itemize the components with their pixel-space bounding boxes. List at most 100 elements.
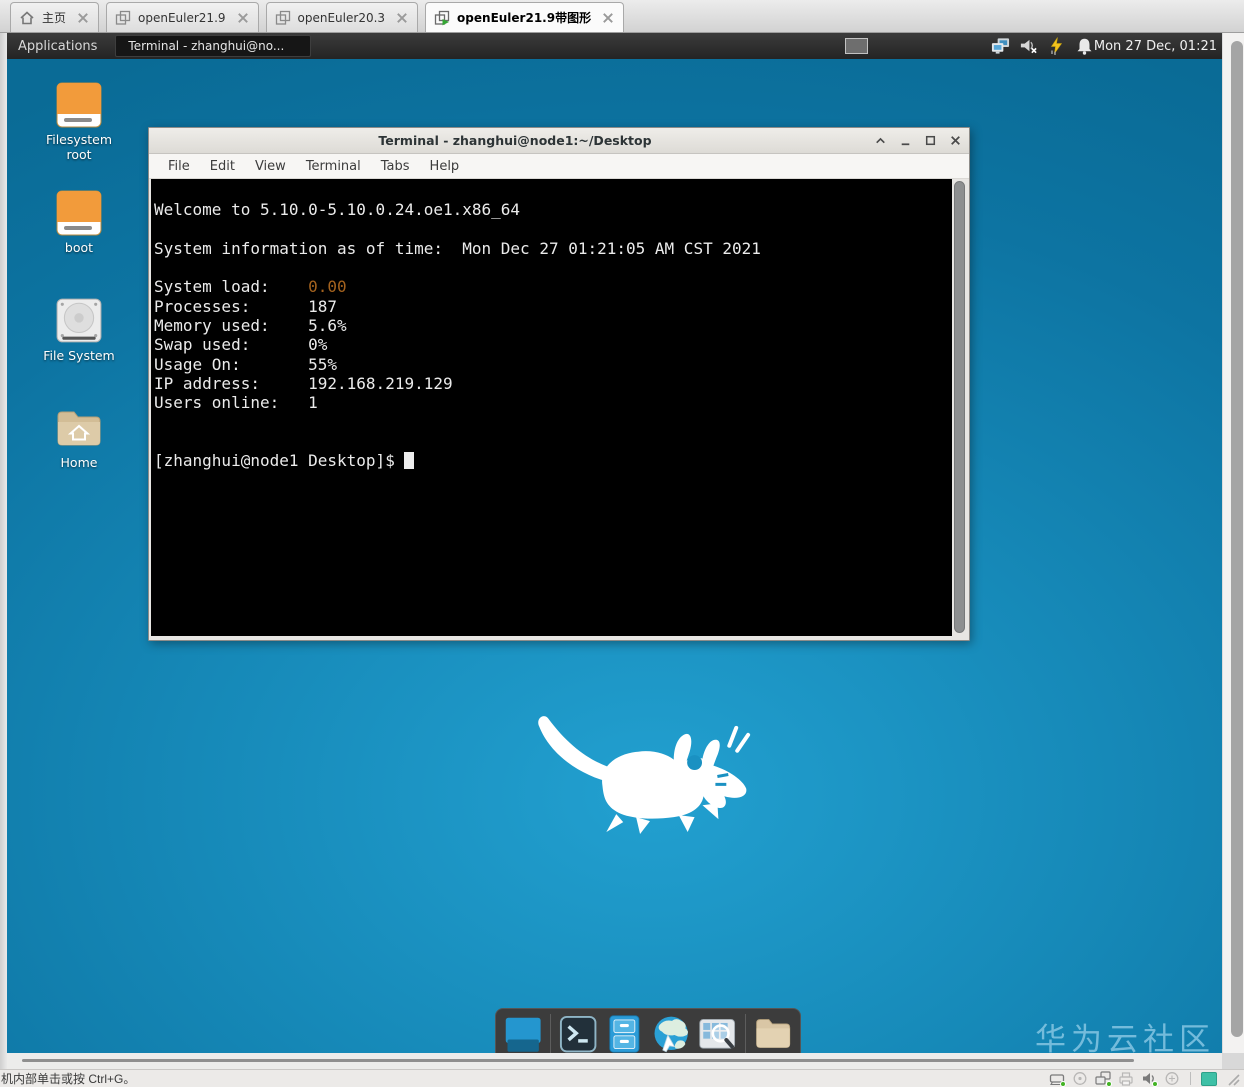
- dock-file-manager-icon[interactable]: [606, 1014, 644, 1053]
- console-tab[interactable]: 主页: [10, 2, 100, 32]
- desktop-icon-boot[interactable]: boot: [27, 190, 131, 255]
- menu-terminal[interactable]: Terminal: [297, 156, 370, 177]
- power-icon[interactable]: [1047, 37, 1066, 55]
- terminal-menubar: File Edit View Terminal Tabs Help: [149, 154, 969, 179]
- status-separator: [1190, 1072, 1191, 1085]
- vm-icon: [115, 10, 131, 26]
- maximize-icon[interactable]: [924, 134, 937, 147]
- terminal-line: Users online: 1: [154, 393, 318, 413]
- cdrom-status-icon[interactable]: [1072, 1071, 1088, 1086]
- harddisk-icon: [55, 298, 103, 344]
- terminal-body: Welcome to 5.10.0-5.10.0.24.oe1.x86_64 S…: [149, 179, 969, 640]
- console-tab-bar: 主页 openEuler21.9 openEuler20.3 openEuler21.…: [0, 0, 1244, 33]
- dock-app-finder-icon[interactable]: [698, 1014, 736, 1053]
- menu-file[interactable]: File: [159, 156, 199, 177]
- tab-label: openEuler20.3: [297, 10, 386, 25]
- home-icon: [19, 10, 35, 26]
- console-tab[interactable]: openEuler20.3: [265, 2, 419, 32]
- dock: [495, 1008, 801, 1053]
- terminal-window: Terminal - zhanghui@node1:~/Desktop File…: [148, 127, 970, 641]
- menu-help[interactable]: Help: [421, 156, 469, 177]
- volume-muted-icon[interactable]: [1019, 37, 1038, 55]
- resize-grip-icon[interactable]: [1224, 1071, 1240, 1086]
- horizontal-scrollbar[interactable]: [7, 1053, 1222, 1069]
- sound-status-icon[interactable]: [1141, 1071, 1158, 1087]
- terminal-line: Memory used: 5.6%: [154, 316, 347, 336]
- vm-screen-icon[interactable]: [1201, 1071, 1217, 1086]
- menu-tabs[interactable]: Tabs: [372, 156, 419, 177]
- shade-icon[interactable]: [874, 134, 887, 147]
- dock-folder-icon[interactable]: [754, 1014, 792, 1053]
- taskbar-window-label: Terminal - zhanghui@no...: [128, 39, 285, 53]
- notifications-icon[interactable]: [1075, 37, 1094, 55]
- desktop-icon-filesystem-root[interactable]: Filesystem root: [27, 82, 131, 162]
- watermark: 华为云社区: [1035, 1022, 1215, 1053]
- taskbar-window-button[interactable]: Terminal - zhanghui@no...: [115, 35, 312, 57]
- workspace-switcher[interactable]: [845, 38, 868, 54]
- status-message: 机内部单击或按 Ctrl+G。: [1, 1072, 136, 1086]
- tab-close-icon[interactable]: [77, 12, 89, 24]
- tab-close-icon[interactable]: [237, 12, 249, 24]
- xfce-mouse-logo: [533, 711, 761, 837]
- window-left-border: [0, 33, 7, 1069]
- display-status-icon[interactable]: [991, 37, 1010, 55]
- terminal-line: [zhanghui@node1 Desktop]$: [154, 451, 952, 470]
- screen: 主页 openEuler21.9 openEuler20.3 openEuler21.…: [0, 0, 1244, 1087]
- vertical-scrollbar-thumb[interactable]: [1231, 41, 1243, 1037]
- orange-drive-icon: [55, 190, 103, 236]
- tab-label: openEuler21.9带图形: [457, 11, 592, 25]
- terminal-line: Processes: 187: [154, 296, 338, 316]
- terminal-line: Usage On: 55%: [154, 354, 338, 374]
- terminal-line: IP address: 192.168.219.129: [154, 373, 453, 393]
- device-connected-dot: [1106, 1081, 1112, 1087]
- desktop-icon-label: Filesystem root: [45, 132, 113, 162]
- tab-close-icon[interactable]: [602, 12, 614, 24]
- desktop-icon-file-system[interactable]: File System: [27, 298, 131, 363]
- desktop-icon-label: Home: [60, 455, 98, 470]
- terminal-line: System information as of time: Mon Dec 2…: [154, 238, 761, 258]
- window-controls: [874, 134, 962, 147]
- close-icon[interactable]: [949, 134, 962, 147]
- minimize-icon[interactable]: [899, 134, 912, 147]
- device-status-icons: [1049, 1071, 1244, 1087]
- scrollbar-thumb[interactable]: [954, 181, 965, 634]
- usb-status-icon[interactable]: [1164, 1071, 1180, 1086]
- desktop-icon-home[interactable]: Home: [27, 405, 131, 470]
- vm-viewport: Applications Terminal - zhanghui@no... M…: [7, 33, 1222, 1053]
- network-status-icon[interactable]: [1095, 1071, 1112, 1087]
- applications-label: Applications: [18, 38, 98, 54]
- desktop-icon-label: boot: [64, 240, 94, 255]
- dock-show-desktop-icon[interactable]: [504, 1014, 542, 1053]
- dock-separator: [744, 1014, 746, 1053]
- terminal-scrollbar[interactable]: [953, 179, 967, 636]
- panel-clock[interactable]: Mon 27 Dec, 01:21: [1094, 33, 1217, 59]
- horizontal-scrollbar-thumb[interactable]: [22, 1059, 1134, 1062]
- tab-close-icon[interactable]: [396, 12, 408, 24]
- terminal-line: Swap used: 0%: [154, 335, 328, 355]
- orange-drive-icon: [55, 82, 103, 128]
- console-tab[interactable]: openEuler21.9: [106, 2, 259, 32]
- menu-edit[interactable]: Edit: [201, 156, 244, 177]
- desktop-icon-label: File System: [43, 348, 115, 363]
- vertical-scrollbar[interactable]: [1222, 33, 1244, 1053]
- terminal-screen[interactable]: Welcome to 5.10.0-5.10.0.24.oe1.x86_64 S…: [151, 179, 952, 636]
- menu-view[interactable]: View: [246, 156, 295, 177]
- vm-play-icon: [434, 10, 450, 26]
- applications-menu-button[interactable]: Applications: [7, 33, 109, 59]
- printer-status-icon[interactable]: [1118, 1071, 1134, 1086]
- console-tab[interactable]: openEuler21.9带图形: [425, 2, 625, 32]
- dock-web-browser-icon[interactable]: [652, 1014, 690, 1053]
- terminal-titlebar[interactable]: Terminal - zhanghui@node1:~/Desktop: [149, 128, 969, 154]
- terminal-cursor: [404, 452, 415, 470]
- tab-label: openEuler21.9: [138, 10, 226, 25]
- terminal-line: System load: 0.00: [154, 277, 347, 297]
- harddisk-status-icon[interactable]: [1049, 1071, 1066, 1087]
- home-folder-icon: [55, 405, 103, 451]
- desktop[interactable]: Filesystem root boot File System Home Te…: [7, 59, 1222, 1053]
- dock-terminal-icon[interactable]: [559, 1014, 597, 1053]
- console-status-bar: 机内部单击或按 Ctrl+G。: [0, 1069, 1244, 1087]
